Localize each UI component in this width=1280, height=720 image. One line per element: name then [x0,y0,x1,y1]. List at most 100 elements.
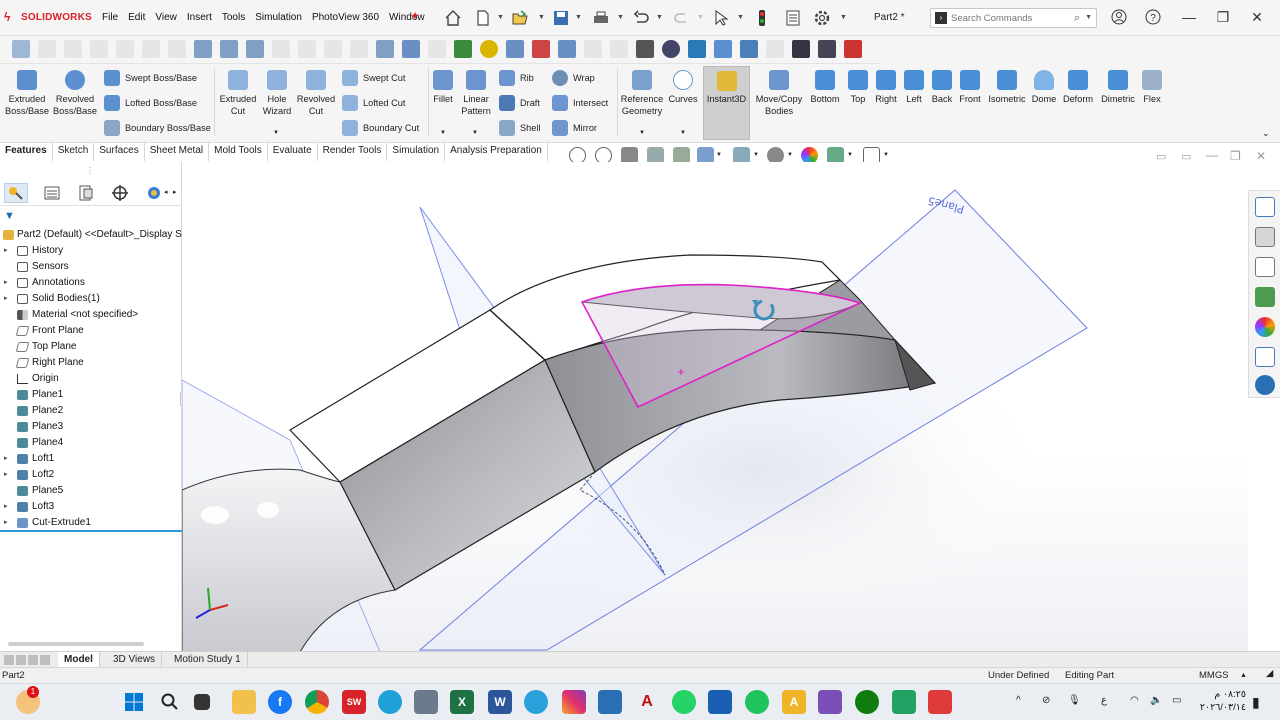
view-isometric-button[interactable]: Isometric [985,70,1029,105]
tool-icon[interactable] [376,40,394,58]
help-icon[interactable]: ? [1141,6,1165,28]
expand-icon[interactable]: ▸ [4,467,8,483]
tab-features[interactable]: Features [0,143,53,161]
excel-icon[interactable]: X [450,690,474,714]
word-icon[interactable]: W [488,690,512,714]
mirror-button[interactable]: Mirror [552,120,597,136]
chevron-down-icon[interactable]: ▼ [737,14,744,21]
tree-item-solid-bodies[interactable]: ▸ Solid Bodies(1) [0,291,182,307]
menu-tools[interactable]: Tools [217,12,250,23]
panel-scroll-right-icon[interactable]: ▸ [173,188,177,196]
search-icon[interactable]: ⌕ [1074,12,1080,25]
tool-icon[interactable] [506,40,524,58]
chevron-down-icon[interactable]: ▼ [273,130,279,136]
view-front-button[interactable]: Front [954,70,986,105]
first-tab-icon[interactable] [4,655,14,665]
solidworks-taskbar-icon[interactable]: SW [342,690,366,714]
instant3d-toggle-button[interactable]: Instant3D [703,66,750,140]
panel-grip-icon[interactable]: ⋮ [86,166,94,175]
swept-cut-button[interactable]: Swept Cut [342,70,405,86]
user-account-icon[interactable] [1107,6,1131,28]
viewport-minimize-icon[interactable]: — [1206,148,1218,162]
chevron-down-icon[interactable]: ▼ [753,152,759,158]
tree-item-loft3[interactable]: ▸ Loft3 [0,499,182,515]
tool-icon[interactable] [740,40,758,58]
chevron-up-icon[interactable]: ▲ [1240,672,1247,679]
menu-file[interactable]: File [97,12,123,23]
chevron-down-icon[interactable]: ▼ [617,14,624,21]
tree-item-loft1[interactable]: ▸ Loft1 [0,451,182,467]
linear-pattern-button[interactable]: Linear Pattern [458,70,494,117]
graphics-area[interactable]: Plane5 [182,162,1248,652]
configuration-manager-tab-icon[interactable] [74,183,98,203]
minimize-window-icon[interactable]: — [1177,6,1201,28]
dome-button[interactable]: Dome [1029,70,1059,105]
start-menu-icon[interactable] [122,690,146,714]
flex-button[interactable]: Flex [1138,70,1166,105]
whatsapp-icon[interactable] [672,690,696,714]
tab-evaluate[interactable]: Evaluate [268,143,318,161]
facebook-icon[interactable]: f [268,690,292,714]
display-manager-tab-icon[interactable] [142,183,166,203]
lofted-cut-button[interactable]: Lofted Cut [342,95,405,111]
tree-item-plane3[interactable]: Plane3 [0,419,182,435]
language-indicator[interactable]: ع [1101,695,1107,706]
tool-icon[interactable] [844,40,862,58]
tool-icon[interactable] [532,40,550,58]
network-off-icon[interactable]: ⊘ [1042,695,1050,706]
tool-icon[interactable] [792,40,810,58]
app-icon[interactable] [745,690,769,714]
new-document-icon[interactable] [473,8,493,28]
sketch-tool-icon[interactable] [12,40,30,58]
chevron-down-icon[interactable]: ▼ [1085,14,1092,21]
move-copy-bodies-button[interactable]: Move/Copy Bodies [753,70,805,117]
panel-scroll-left-icon[interactable]: ◂ [164,188,168,196]
shell-button[interactable]: Shell [499,120,540,136]
reference-tool-icon[interactable] [194,40,212,58]
pin-menu-icon[interactable]: ✦ [410,9,420,23]
tree-item-plane2[interactable]: Plane2 [0,403,182,419]
deform-button[interactable]: Deform [1060,70,1096,105]
expand-icon[interactable]: ▸ [4,275,8,291]
tab-sheet-metal[interactable]: Sheet Metal [145,143,210,161]
app-icon[interactable] [818,690,842,714]
revolved-boss-button[interactable]: Revolved Boss/Base [52,70,98,117]
feature-manager-tab-icon[interactable] [4,183,28,203]
reference-tool-icon[interactable] [246,40,264,58]
menu-photoview[interactable]: PhotoView 360 [307,12,384,23]
dimxpert-manager-tab-icon[interactable] [108,183,132,203]
home-icon[interactable] [443,8,463,28]
acrobat-icon[interactable]: A [635,690,659,714]
tree-item-cut-extrude1[interactable]: ▸ Cut-Extrude1 [0,515,182,531]
tab-simulation[interactable]: Simulation [387,143,446,161]
hole-wizard-button[interactable]: Hole Wizard [258,70,296,117]
app-icon[interactable]: A [782,690,806,714]
chevron-down-icon[interactable]: ▼ [697,14,704,21]
view-dimetric-button[interactable]: Dimetric [1098,70,1138,105]
last-tab-icon[interactable] [40,655,50,665]
solidworks-logo[interactable]: ϟ SOLIDWORKS [4,10,92,24]
options-gear-icon[interactable] [812,8,832,28]
rib-button[interactable]: Rib [499,70,534,86]
expand-icon[interactable]: ▸ [4,243,8,259]
store-icon[interactable] [598,690,622,714]
app-icon[interactable] [892,690,916,714]
tree-item-loft2[interactable]: ▸ Loft2 [0,467,182,483]
reference-tool-icon[interactable] [220,40,238,58]
chevron-down-icon[interactable]: ▼ [847,152,853,158]
telegram-icon[interactable] [524,690,548,714]
file-explorer-icon[interactable] [1255,257,1275,277]
calculator-icon[interactable] [414,690,438,714]
expand-icon[interactable]: ▸ [4,499,8,515]
swept-boss-button[interactable]: Swept Boss/Base [104,70,197,86]
tool-icon[interactable] [558,40,576,58]
tree-root-part[interactable]: Part2 (Default) <<Default>_Display S [0,227,182,243]
close-window-icon[interactable]: ✕ [1245,6,1269,28]
tree-item-right-plane[interactable]: Right Plane [0,355,182,371]
custom-properties-icon[interactable] [1255,347,1275,367]
home-task-pane-icon[interactable] [1255,197,1275,217]
revolved-cut-button[interactable]: Revolved Cut [294,70,338,117]
property-manager-tab-icon[interactable] [40,183,64,203]
chevron-up-icon[interactable]: ^ [1016,695,1021,706]
tree-item-plane5[interactable]: Plane5 [0,483,182,499]
